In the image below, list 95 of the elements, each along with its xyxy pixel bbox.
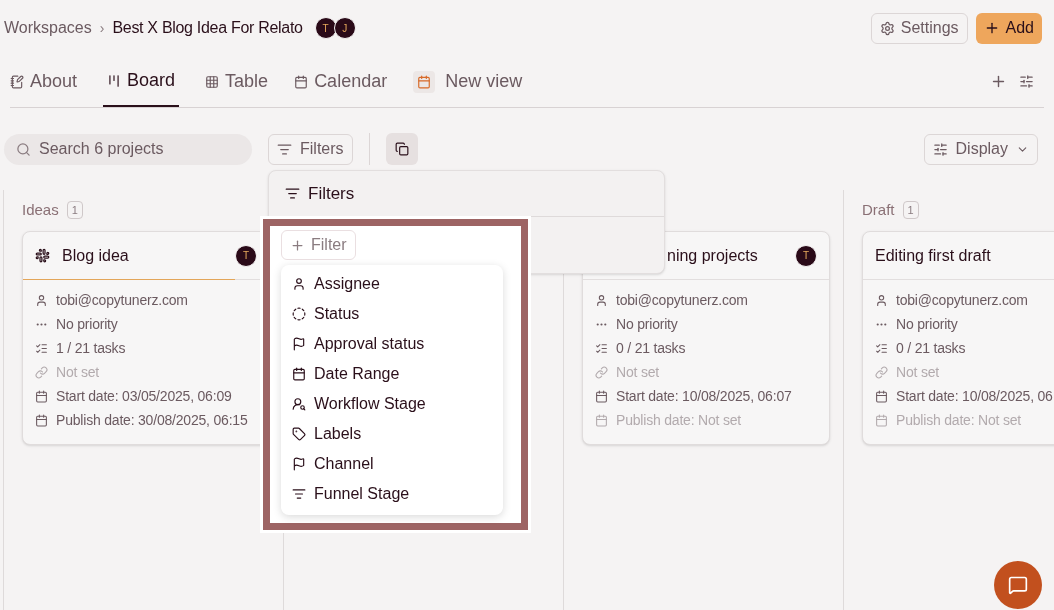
add-filter-button[interactable]: Filter — [281, 230, 356, 260]
calendar-badge-icon — [413, 70, 436, 93]
user-icon — [35, 293, 48, 307]
link-icon — [595, 365, 608, 379]
user-icon — [595, 293, 608, 307]
search-icon — [16, 141, 31, 157]
menu-item[interactable]: Assignee — [281, 269, 503, 299]
menu-item[interactable]: Workflow Stage — [281, 389, 503, 419]
settings-icon — [879, 20, 895, 36]
project-card[interactable]: ning projects T tobi@copytunerz.com No priority 0 / 21 tasks Not set Start date: 10/08/2025, 06:07 Publish date: Not set — [582, 231, 830, 445]
tab-icon — [107, 73, 122, 88]
user-icon — [292, 277, 306, 291]
card-field: Start date: 10/08/2025, 06:07 — [616, 385, 792, 407]
card-field: 0 / 21 tasks — [616, 337, 686, 359]
copy-button[interactable] — [385, 133, 418, 165]
avatar: T — [235, 244, 257, 267]
card-field: 0 / 21 tasks — [896, 337, 966, 359]
checklist-icon — [35, 341, 48, 355]
calendar-icon — [292, 367, 306, 381]
user-icon — [875, 293, 888, 307]
count-badge: 1 — [66, 200, 83, 220]
display-button[interactable]: Display — [923, 133, 1038, 165]
view-tab[interactable]: Board — [103, 56, 180, 107]
user-search-icon — [292, 397, 306, 411]
tab-icon — [294, 74, 309, 89]
filters-button[interactable]: Filters — [268, 133, 353, 165]
calendar-icon — [875, 389, 888, 403]
avatar: T — [795, 244, 817, 267]
card-title: ning projects — [667, 245, 758, 266]
plus-icon — [290, 237, 305, 253]
column-title: Draft — [862, 199, 895, 220]
dashed-circle-icon — [292, 307, 306, 321]
search-field[interactable]: Search 6 projects — [4, 133, 252, 165]
count-badge: 1 — [902, 200, 919, 220]
menu-item[interactable]: Date Range — [281, 359, 503, 389]
sliders-icon — [932, 141, 948, 157]
filter-icon — [285, 186, 300, 201]
calendar-icon — [35, 413, 48, 427]
avatar: J — [333, 17, 356, 39]
view-tab[interactable]: New view — [413, 56, 523, 107]
card-field: No priority — [616, 313, 678, 335]
menu-item[interactable]: Funnel Stage — [281, 479, 503, 509]
card-field: Start date: 03/05/2025, 06:09 — [56, 385, 232, 407]
flag-icon — [292, 337, 306, 351]
search-input[interactable]: Search 6 projects — [39, 137, 229, 161]
calendar-icon — [875, 413, 888, 427]
tag-icon — [292, 427, 306, 441]
calendar-icon — [595, 389, 608, 403]
menu-item[interactable]: Labels — [281, 419, 503, 449]
link-icon — [35, 365, 48, 379]
card-field: Publish date: Not set — [896, 409, 1021, 431]
filter-icon — [277, 141, 292, 157]
link-icon — [875, 365, 888, 379]
card-title: Editing first draft — [875, 245, 991, 266]
project-card[interactable]: Editing first draft tobi@copytunerz.com No priority 0 / 21 tasks Not set Start date: 10/08/2025, 06: Publish date: Not set — [862, 231, 1054, 445]
tab-icon — [205, 74, 220, 89]
sliders-icon[interactable] — [1019, 74, 1034, 89]
card-title: Blog idea — [62, 245, 129, 266]
chat-button[interactable] — [994, 561, 1042, 609]
card-field: Not set — [896, 361, 939, 383]
column-title: Ideas — [22, 199, 59, 220]
card-field: tobi@copytunerz.com — [616, 289, 748, 311]
card-field: No priority — [896, 313, 958, 335]
menu-item[interactable]: Status — [281, 299, 503, 329]
panel-title: Filters — [308, 182, 355, 205]
breadcrumb-separator: › — [99, 18, 105, 38]
card-field: Publish date: Not set — [616, 409, 741, 431]
chat-icon — [1008, 575, 1028, 595]
copy-icon — [394, 142, 409, 156]
settings-button[interactable]: Settings — [870, 12, 968, 44]
calendar-icon — [595, 413, 608, 427]
filter-icon — [292, 487, 306, 501]
view-tab[interactable]: Calendar — [294, 56, 388, 107]
card-field: Not set — [616, 361, 659, 383]
menu-item[interactable]: Channel — [281, 449, 503, 479]
checklist-icon — [595, 341, 608, 355]
card-field: tobi@copytunerz.com — [56, 289, 188, 311]
page-title: Best X Blog Idea For Relato — [112, 18, 303, 38]
tab-icon — [10, 74, 24, 89]
view-tab[interactable]: About — [10, 56, 78, 107]
checklist-icon — [875, 341, 888, 355]
breadcrumb-link[interactable]: Workspaces — [4, 16, 92, 40]
card-field: tobi@copytunerz.com — [896, 289, 1028, 311]
avatar: T — [314, 17, 337, 39]
plus-icon[interactable] — [990, 73, 1007, 90]
card-field: 1 / 21 tasks — [56, 337, 126, 359]
menu-item[interactable]: Approval status — [281, 329, 503, 359]
add-button[interactable]: Add — [975, 12, 1042, 44]
calendar-icon — [35, 389, 48, 403]
view-tab[interactable]: Table — [205, 56, 269, 107]
card-field: No priority — [56, 313, 118, 335]
card-field: Not set — [56, 361, 99, 383]
card-field: Publish date: 30/08/2025, 06:15 — [56, 409, 248, 431]
flag-icon — [292, 457, 306, 471]
card-field: Start date: 10/08/2025, 06: — [896, 385, 1054, 407]
